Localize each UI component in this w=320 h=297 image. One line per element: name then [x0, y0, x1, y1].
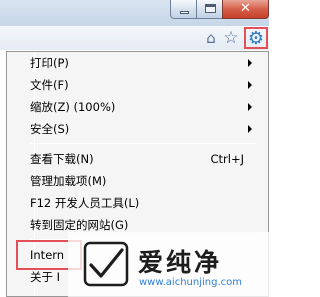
- menu-item-label: 查看下载(N): [30, 152, 94, 166]
- minimize-button[interactable]: [170, 0, 197, 19]
- menu-item-print[interactable]: 打印(P): [30, 52, 258, 74]
- menu-item-label: 文件(F): [30, 78, 69, 92]
- close-button[interactable]: ✕: [222, 0, 269, 19]
- menu-item-label: 关于 I: [30, 270, 61, 284]
- menu-item-manage-addons[interactable]: 管理加载项(M): [30, 170, 258, 192]
- submenu-arrow-icon: [248, 125, 252, 133]
- home-icon[interactable]: ⌂: [202, 29, 220, 47]
- menu-item-shortcut: Ctrl+J: [210, 152, 245, 166]
- submenu-arrow-icon: [248, 103, 252, 111]
- maximize-button[interactable]: [196, 0, 223, 19]
- maximize-icon: [205, 4, 216, 13]
- watermark-logo-icon: [83, 241, 129, 287]
- menu-item-label: 缩放(Z) (100%): [30, 100, 116, 114]
- tools-gear-icon[interactable]: ⚙: [244, 27, 268, 49]
- menu-item-label: 管理加载项(M): [30, 174, 107, 188]
- favorites-icon[interactable]: ☆: [222, 29, 240, 47]
- menu-item-view-downloads[interactable]: 查看下载(N) Ctrl+J: [30, 148, 258, 170]
- submenu-arrow-icon: [248, 81, 252, 89]
- menu-item-label: 安全(S): [30, 122, 70, 136]
- menu-item-label: 转到固定的网站(G): [30, 218, 129, 232]
- menu-item-safety[interactable]: 安全(S): [30, 118, 258, 140]
- minimize-icon: [180, 11, 189, 14]
- watermark-title: 爱纯净: [138, 248, 223, 277]
- menu-separator: [30, 143, 256, 144]
- submenu-arrow-icon: [248, 59, 252, 67]
- menu-item-label: F12 开发人员工具(L): [30, 196, 140, 210]
- menu-item-file[interactable]: 文件(F): [30, 74, 258, 96]
- screen: ✕ ⌂ ☆ ⚙ 打印(P) 文件(F) 缩放(Z) (100%) 安全(S) 查…: [0, 0, 269, 297]
- menu-item-label: 打印(P): [30, 56, 69, 70]
- menu-item-developer-tools[interactable]: F12 开发人员工具(L): [30, 192, 258, 214]
- menu-item-zoom[interactable]: 缩放(Z) (100%): [30, 96, 258, 118]
- close-icon: ✕: [240, 1, 251, 16]
- watermark-url: www.aichunjing.com: [139, 277, 242, 288]
